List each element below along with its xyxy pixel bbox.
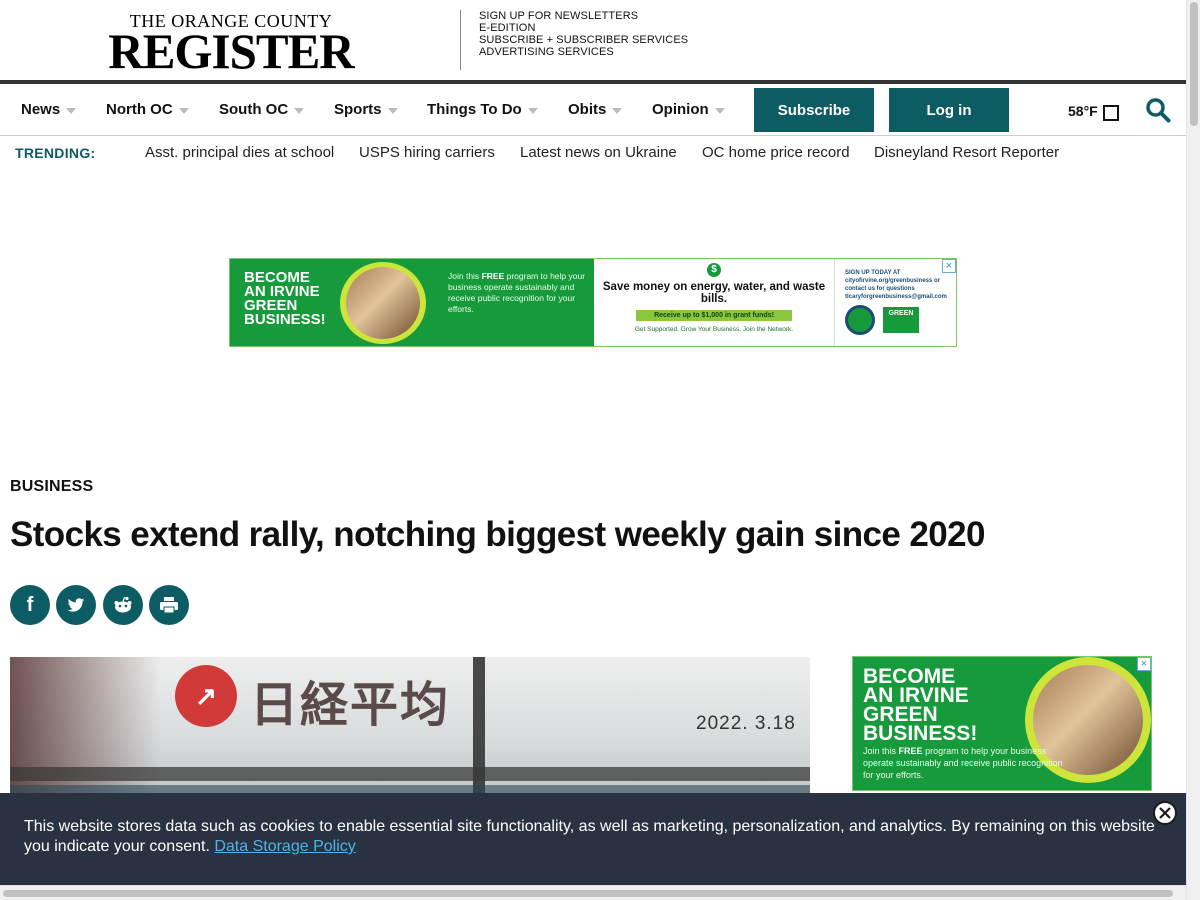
chevron-down-icon <box>387 107 398 114</box>
nav-label: Opinion <box>652 101 709 118</box>
chevron-down-icon <box>527 107 538 114</box>
login-button[interactable]: Log in <box>889 88 1009 132</box>
e-edition-link[interactable]: E-EDITION <box>479 22 688 34</box>
cookie-message: This website stores data such as cookies… <box>24 817 1164 857</box>
ad-blurb-bold: FREE <box>481 271 505 281</box>
nav-item-sports[interactable]: Sports <box>334 101 398 118</box>
green-business-logo: GREEN <box>883 307 919 333</box>
nav-item-things-to-do[interactable]: Things To Do <box>427 101 538 118</box>
section-label[interactable]: BUSINESS <box>10 478 93 496</box>
hero-horizontal-bar <box>10 767 810 781</box>
nav-item-obits[interactable]: Obits <box>568 101 623 118</box>
trending-link[interactable]: Disneyland Resort Reporter <box>874 144 1059 161</box>
trending-link[interactable]: Latest news on Ukraine <box>520 144 677 161</box>
nav-label: Obits <box>568 101 607 118</box>
hero-date-text: 2022. 3.18 <box>696 713 796 734</box>
ad-headline: BECOME AN IRVINE GREEN BUSINESS! <box>244 270 326 328</box>
trending-bar: TRENDING: Asst. principal dies at school… <box>0 136 1186 170</box>
ad-headline-line: BUSINESS! <box>863 722 978 745</box>
cookie-close-button[interactable] <box>1153 801 1177 825</box>
nav-label: News <box>21 101 61 118</box>
nikkei-logo-icon: ↗ <box>175 665 237 727</box>
nav-label: Things To Do <box>427 101 522 118</box>
masthead-links: SIGN UP FOR NEWSLETTERS E-EDITION SUBSCR… <box>479 10 688 58</box>
search-icon[interactable] <box>1145 97 1171 123</box>
nav-label: South OC <box>219 101 289 118</box>
scrollbar-thumb[interactable] <box>1190 2 1198 126</box>
masthead-divider <box>460 10 461 70</box>
scrollbar-thumb[interactable] <box>3 890 1173 897</box>
ad-middle-panel: $ Save money on energy, water, and waste… <box>594 259 834 346</box>
sidebar-ad[interactable]: BECOME AN IRVINE GREEN BUSINESS! Join th… <box>852 656 1152 791</box>
masthead: THE ORANGE COUNTY REGISTER SIGN UP FOR N… <box>0 0 1186 80</box>
ad-headline-line: BUSINESS! <box>244 311 326 328</box>
ad-save-text: Save money on energy, water, and waste b… <box>602 281 826 305</box>
nav-item-news[interactable]: News <box>21 101 77 118</box>
print-button[interactable] <box>149 585 189 625</box>
reddit-icon <box>114 596 132 613</box>
weather-widget[interactable]: 58°F <box>1068 101 1119 121</box>
trending-link[interactable]: Asst. principal dies at school <box>145 144 334 161</box>
vertical-scrollbar[interactable] <box>1186 0 1200 900</box>
leaderboard-ad[interactable]: BECOME AN IRVINE GREEN BUSINESS! Join th… <box>229 258 957 347</box>
ad-blurb-pre: Join this <box>863 746 897 756</box>
reddit-share-button[interactable] <box>103 585 143 625</box>
nav-label: North OC <box>106 101 173 118</box>
logo-main: REGISTER <box>108 23 354 79</box>
site-logo[interactable]: THE ORANGE COUNTY REGISTER <box>105 12 357 79</box>
newsletters-link[interactable]: SIGN UP FOR NEWSLETTERS <box>479 10 688 22</box>
ad-blurb-bold: FREE <box>898 746 923 756</box>
advertising-services-link[interactable]: ADVERTISING SERVICES <box>479 46 688 58</box>
article-headline: Stocks extend rally, notching biggest we… <box>10 515 985 554</box>
twitter-share-button[interactable] <box>56 585 96 625</box>
weather-icon <box>1102 105 1119 121</box>
horizontal-scrollbar[interactable] <box>0 885 1186 900</box>
nav-label: Sports <box>334 101 382 118</box>
ad-close-icon[interactable]: × <box>1137 657 1151 671</box>
chevron-down-icon <box>66 107 77 114</box>
ad-close-icon[interactable]: × <box>942 259 956 273</box>
print-icon <box>160 597 178 614</box>
ad-blurb: Join this FREE program to help your busi… <box>863 745 1073 781</box>
subscribe-button[interactable]: Subscribe <box>754 88 874 132</box>
weather-temp: 58°F <box>1068 103 1098 119</box>
ad-right-panel: SIGN UP TODAY AT cityofirvine.org/greenb… <box>834 259 956 346</box>
data-storage-policy-link[interactable]: Data Storage Policy <box>214 838 355 855</box>
city-seal-icon <box>845 305 875 335</box>
facebook-share-button[interactable]: f <box>10 585 50 625</box>
facebook-icon: f <box>26 593 34 616</box>
cookie-banner: This website stores data such as cookies… <box>0 793 1186 885</box>
chevron-down-icon <box>178 107 189 114</box>
hero-kanji-sign: 日経平均 <box>250 677 451 733</box>
trending-label: TRENDING: <box>15 145 96 161</box>
subscriber-services-link[interactable]: SUBSCRIBE + SUBSCRIBER SERVICES <box>479 34 688 46</box>
close-icon <box>1159 807 1171 819</box>
chevron-down-icon <box>714 107 725 114</box>
nav-item-opinion[interactable]: Opinion <box>652 101 725 118</box>
ad-headline: BECOME AN IRVINE GREEN BUSINESS! <box>863 666 978 745</box>
hero-board-strip <box>10 785 810 793</box>
ad-signup-text: SIGN UP TODAY AT cityofirvine.org/greenb… <box>845 270 947 300</box>
chevron-down-icon <box>612 107 623 114</box>
ad-tagline: Get Supported. Grow Your Business. Join … <box>634 326 794 333</box>
ad-photo <box>346 267 420 339</box>
trending-link[interactable]: USPS hiring carriers <box>359 144 495 161</box>
ad-grant-bar: Receive up to $1,000 in grant funds! <box>636 310 792 321</box>
trending-link[interactable]: OC home price record <box>702 144 850 161</box>
money-bag-icon: $ <box>707 263 721 277</box>
ad-blurb-pre: Join this <box>448 271 480 281</box>
nav-item-south-oc[interactable]: South OC <box>219 101 305 118</box>
cookie-text: This website stores data such as cookies… <box>24 818 1155 855</box>
main-nav: News North OC South OC Sports Things To … <box>0 84 1186 136</box>
twitter-icon <box>67 597 85 612</box>
chevron-down-icon <box>294 107 305 114</box>
nav-item-north-oc[interactable]: North OC <box>106 101 189 118</box>
ad-blurb: Join this FREE program to help your busi… <box>448 271 588 315</box>
